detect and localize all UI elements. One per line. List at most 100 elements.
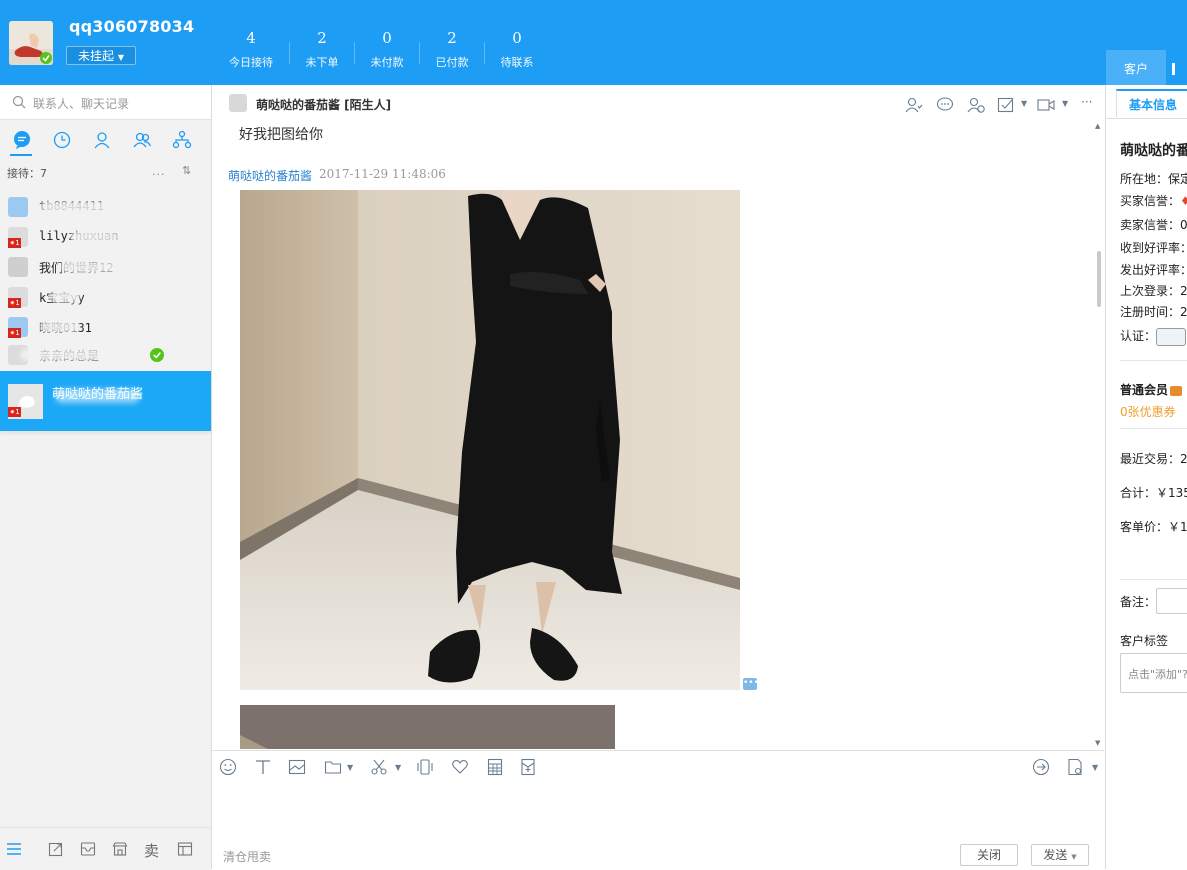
contact-icon[interactable] (92, 130, 112, 150)
divider (354, 42, 355, 64)
sort-icon[interactable]: ⇅ (182, 164, 191, 177)
sell-button[interactable]: 卖 (144, 840, 159, 861)
chevron-down-icon[interactable]: ▼ (395, 763, 401, 772)
image-more-icon[interactable]: ••• (743, 678, 759, 690)
red-envelope-icon[interactable] (519, 758, 537, 776)
buyer-credit-label: 买家信誉： (1120, 194, 1181, 208)
buyer-credit: 买家信誉：♦ (1120, 192, 1187, 209)
stat-unpaid[interactable]: 0 未付款 (357, 28, 417, 70)
image-icon[interactable] (288, 758, 306, 776)
contact-item[interactable]: ⁕1 k宝宝yy (0, 283, 211, 311)
stat-value: 2 (317, 29, 327, 47)
quick-reply-hint[interactable]: 清仓甩卖 (223, 848, 271, 865)
chevron-down-icon[interactable]: ▼ (1021, 99, 1027, 108)
contact-item[interactable]: ⁕1 晓晓0131 (0, 313, 211, 341)
username: qq306078034 (69, 17, 195, 36)
scroll-down-icon[interactable]: ▼ (1095, 739, 1100, 747)
more-icon[interactable]: ··· (1081, 95, 1092, 109)
font-icon[interactable] (254, 758, 272, 776)
send-button[interactable]: 发送 ▼ (1031, 844, 1089, 866)
stat-to-contact[interactable]: 0 待联系 (487, 28, 547, 70)
recent-trade: 最近交易：2 (1120, 452, 1187, 466)
chat-avatar (229, 94, 247, 112)
chat-bubble-icon[interactable] (12, 130, 32, 150)
contact-item-active[interactable]: ⁕1 萌哒哒的番茄酱 (0, 371, 211, 431)
user-avatar[interactable] (9, 21, 53, 65)
document-settings-icon[interactable] (1066, 758, 1084, 776)
tab-basic-info[interactable]: 基本信息 (1116, 89, 1187, 117)
calculator-icon[interactable] (486, 758, 504, 776)
chat-title: 萌哒哒的番茄酱 [陌生人] (256, 98, 392, 112)
add-contact-icon[interactable] (967, 96, 985, 114)
tab-customer[interactable]: 客户 (1106, 50, 1166, 85)
chevron-down-icon[interactable]: ▼ (1071, 853, 1076, 861)
contact-item[interactable]: 我们的世界12 (0, 253, 211, 281)
scroll-up-icon[interactable]: ▲ (1095, 122, 1100, 130)
message-image[interactable] (240, 705, 615, 749)
more-options[interactable]: ... (152, 165, 166, 178)
emoji-icon[interactable] (219, 758, 237, 776)
crown-icon (1170, 385, 1183, 396)
search-placeholder: 联系人、聊天记录 (33, 97, 130, 111)
contact-item[interactable]: tb8844411 (0, 193, 211, 221)
device-badge: ⁕1 (8, 407, 21, 417)
last-login: 上次登录：2 (1120, 284, 1187, 298)
stat-label: 已付款 (435, 56, 469, 69)
divider (419, 42, 420, 64)
reception-count: 接待：7 (7, 167, 47, 180)
input-toolbar: ▼ ▼ ▼ (212, 750, 1104, 783)
scissors-icon[interactable] (370, 758, 388, 776)
privacy-blur (40, 201, 110, 213)
avg-order-price: 客单价：￥1 (1120, 520, 1187, 534)
layout-icon[interactable] (177, 841, 193, 857)
device-badge: ⁕1 (8, 328, 21, 338)
stat-not-ordered[interactable]: 2 未下单 (292, 28, 352, 70)
menu-icon[interactable] (6, 841, 22, 857)
tab-next[interactable] (1166, 50, 1187, 85)
coupon-count[interactable]: 0张优惠券 (1120, 403, 1176, 420)
message-input[interactable]: 清仓甩卖 关闭 发送 ▼ (212, 783, 1104, 869)
stat-today-reception[interactable]: 4 今日接待 (221, 28, 281, 70)
contact-item[interactable]: 亲亲的总是 (0, 341, 211, 369)
divider (484, 42, 485, 64)
status-dropdown[interactable]: 未挂起 ▼ (66, 46, 136, 65)
tags-box[interactable]: 点击"添加"? (1120, 653, 1187, 693)
chevron-down-icon[interactable]: ▼ (1092, 763, 1098, 772)
chat-scrollbar[interactable]: ▲ ▼ (1092, 121, 1104, 749)
export-icon[interactable] (48, 841, 64, 857)
store-icon[interactable] (112, 841, 128, 857)
close-button[interactable]: 关闭 (960, 844, 1018, 866)
customer-name: 萌哒哒的番茄酱 (1120, 143, 1187, 159)
device-badge: ⁕1 (8, 238, 21, 248)
folder-icon[interactable] (324, 758, 342, 776)
heart-icon[interactable] (451, 758, 469, 776)
order-check-icon[interactable] (997, 96, 1015, 114)
member-level-label: 普通会员 (1120, 383, 1169, 397)
vibrate-icon[interactable] (416, 758, 434, 776)
chevron-down-icon[interactable]: ▼ (347, 763, 353, 772)
message-sender[interactable]: 萌哒哒的番茄酱 (228, 167, 312, 184)
note-input[interactable] (1156, 588, 1187, 614)
stat-paid[interactable]: 2 已付款 (422, 28, 482, 70)
clock-icon[interactable] (52, 130, 72, 150)
mailbox-icon[interactable] (80, 841, 96, 857)
chevron-down-icon[interactable]: ▼ (1062, 99, 1068, 108)
send-label: 发送 (1043, 848, 1068, 862)
chat-history-icon[interactable] (1032, 758, 1050, 776)
video-call-icon[interactable] (1037, 96, 1055, 114)
online-check-icon (150, 348, 164, 362)
verified-badge-icon (1156, 327, 1187, 346)
add-friend-icon[interactable] (905, 96, 923, 114)
search-box[interactable]: 联系人、聊天记录 (0, 85, 211, 120)
message-image[interactable] (240, 190, 740, 690)
org-tree-icon[interactable] (172, 130, 192, 150)
contact-item[interactable]: ⁕1 lilyzhuxuan (0, 223, 211, 251)
customer-tags-label: 客户标签 (1120, 634, 1169, 648)
chat-header: 萌哒哒的番茄酱 [陌生人] ▼ ▼ ··· (212, 85, 1104, 122)
search-icon (12, 95, 26, 109)
stat-value: 2 (447, 29, 457, 47)
scroll-thumb[interactable] (1097, 251, 1101, 307)
group-icon[interactable] (132, 130, 152, 150)
comment-icon[interactable] (936, 96, 954, 114)
device-badge: ⁕1 (8, 298, 21, 308)
